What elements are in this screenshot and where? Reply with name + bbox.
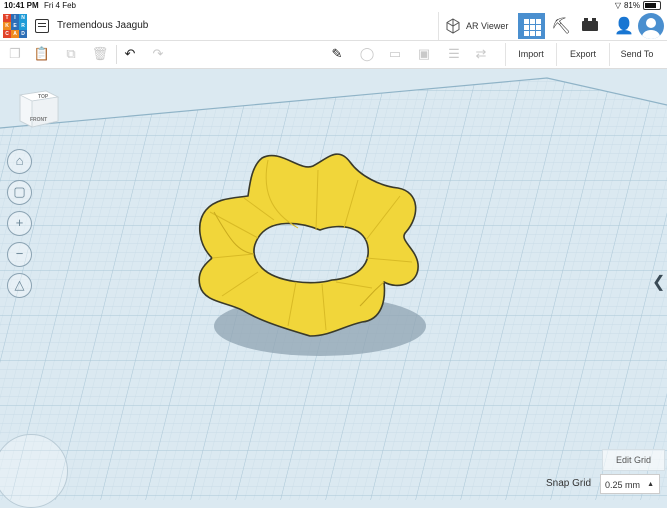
copy-icon[interactable]: ❐ [6, 45, 24, 63]
logo-letter: D [19, 30, 27, 38]
status-date: Fri 4 Feb [44, 1, 77, 10]
logo-letter: R [19, 22, 27, 30]
flip-icon[interactable]: ⇄ [472, 45, 490, 63]
perspective-icon[interactable]: △ [7, 273, 32, 298]
edit-grid-button[interactable]: Edit Grid [602, 449, 665, 471]
ar-viewer-label: AR Viewer [466, 21, 509, 31]
brick-icon[interactable] [582, 18, 598, 31]
snap-grid-select[interactable]: 0.25 mm ▲ [600, 474, 660, 494]
viewcube-front-label[interactable]: FRONT [30, 117, 47, 123]
edit-toolbar: ❐ 📋 ⧉ 🗑 ↶ ↷ ✎ ◯ ▭ ▣ ☰ ⇄ Import Export Se… [0, 41, 667, 69]
snap-grid-value: 0.25 mm [605, 480, 641, 490]
logo-letter: C [3, 30, 11, 38]
snap-grid-label: Snap Grid [546, 478, 592, 489]
document-icon[interactable] [35, 19, 49, 33]
zoom-in-icon[interactable]: + [7, 211, 32, 236]
logo-letter: K [3, 22, 11, 30]
import-button[interactable]: Import [505, 43, 556, 66]
tinkercad-logo[interactable]: TINKERCAD [3, 14, 27, 38]
battery-icon [643, 1, 661, 10]
status-bar: 10:41 PM Fri 4 Feb ▽ 81% [0, 0, 667, 12]
redo-icon[interactable]: ↷ [149, 45, 167, 63]
light-icon[interactable]: ◯ [358, 45, 376, 63]
select-arrow-icon: ▲ [647, 481, 654, 488]
export-button[interactable]: Export [556, 43, 609, 66]
viewcube-top-label[interactable]: TOP [38, 94, 49, 100]
logo-letter: E [11, 22, 19, 30]
paste-icon[interactable]: 📋 [33, 45, 51, 63]
battery-percent: 81% [623, 1, 640, 10]
workplane[interactable] [0, 69, 667, 500]
undo-icon[interactable]: ↶ [121, 45, 139, 63]
logo-letter: I [11, 14, 19, 22]
align-icon[interactable]: ☰ [445, 45, 463, 63]
app-header: TINKERCAD Tremendous Jaagub AR Viewer ⛏ … [0, 12, 667, 41]
group-icon[interactable]: ▣ [415, 45, 433, 63]
avatar-icon[interactable] [638, 13, 664, 39]
logo-letter: N [19, 14, 27, 22]
grid-view-icon[interactable] [518, 13, 545, 39]
wifi-icon: ▽ [614, 1, 621, 10]
home-icon[interactable]: ⌂ [7, 149, 32, 174]
trash-icon[interactable]: 🗑 [91, 45, 109, 63]
ar-cube-icon [446, 18, 460, 34]
send-to-button[interactable]: Send To [609, 43, 664, 66]
add-user-icon[interactable]: 👤 [614, 16, 634, 36]
pickaxe-icon[interactable]: ⛏ [551, 16, 571, 36]
view-cube[interactable]: TOP FRONT [18, 87, 60, 131]
shape-icon[interactable]: ▭ [386, 45, 404, 63]
fit-icon[interactable]: ▢ [7, 180, 32, 205]
ar-viewer-button[interactable]: AR Viewer [438, 12, 519, 40]
logo-letter: A [11, 30, 19, 38]
status-time: 10:41 PM [4, 1, 39, 10]
chevron-left-icon[interactable]: ❮ [652, 272, 665, 292]
project-title[interactable]: Tremendous Jaagub [57, 20, 148, 31]
note-icon[interactable]: ✎ [328, 45, 346, 63]
duplicate-icon[interactable]: ⧉ [62, 45, 80, 63]
zoom-out-icon[interactable]: − [7, 242, 32, 267]
logo-letter: T [3, 14, 11, 22]
